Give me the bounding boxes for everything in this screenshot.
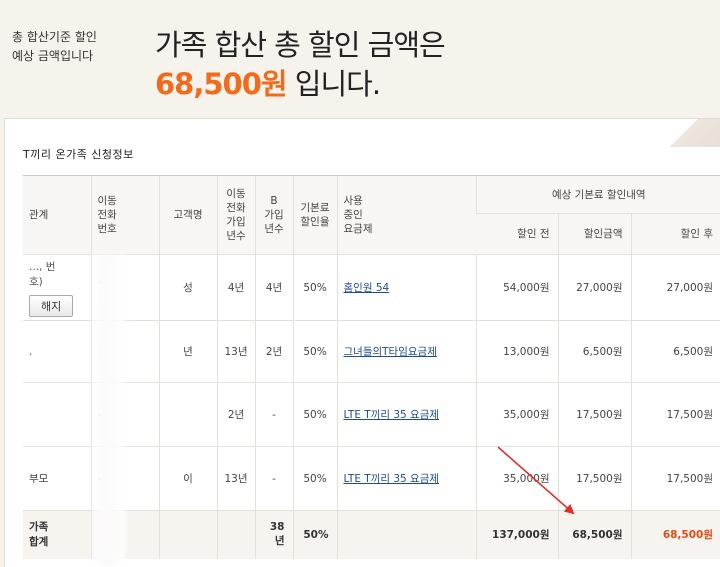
header-relation: 관계 [23, 175, 91, 255]
table-row: . - 년 13년 2년 50% 그녀들의T타임요금제 13,000원 6,50… [23, 320, 720, 383]
headline-line-1: 가족 합산 총 할인 금액은 [155, 28, 446, 62]
relation-text: ..., 번 호) [29, 260, 56, 288]
cell-before: 13,000원 [475, 320, 558, 383]
cell-plan: LTE T끼리 35 요금제 [336, 382, 476, 447]
total-b-years: 38년 [254, 510, 293, 559]
cell-discount: 27,000원 [557, 254, 631, 321]
cell-name: 이 [158, 446, 217, 511]
total-rate: 50% [292, 510, 337, 559]
header-b-years: B 가입 년수 [254, 175, 293, 255]
headline-suffix: 입니다. [286, 67, 381, 101]
cell-rate: 50% [292, 320, 337, 383]
header-discount-amount: 할인금액 [557, 213, 631, 255]
total-after: 68,500원 [630, 510, 720, 559]
total-empty-plan [336, 510, 476, 559]
cell-mobile-years: 4년 [216, 254, 255, 321]
banner-side-note: 총 합산기준 할인 예상 금액입니다 [12, 28, 97, 66]
cell-mobile-years: 2년 [216, 382, 255, 447]
headline-line-2: 68,500원 입니다. [155, 65, 445, 103]
cell-plan: 홈인원 54 [336, 254, 476, 321]
plan-link[interactable]: LTE T끼리 35 요금제 [344, 409, 440, 421]
cell-plan: 그녀들의T타임요금제 [336, 320, 476, 383]
table-row: - 2년 - 50% LTE T끼리 35 요금제 35,000원 17,500… [23, 382, 720, 447]
banner-headline: 가족 합산 총 할인 금액은 68,500원 입니다. [155, 26, 446, 103]
header-current-plan: 사용 중인 요금제 [336, 175, 476, 255]
cell-after: 17,500원 [630, 382, 720, 447]
header-base-discount-rate: 기본료 할인율 [292, 175, 337, 255]
cell-before: 54,000원 [475, 254, 558, 321]
total-label: 가족 합계 [23, 510, 91, 559]
cell-name: 성 [158, 254, 217, 321]
cell-name [158, 382, 217, 447]
cell-name: 년 [158, 320, 217, 383]
header-mobile-number: 이동 전화 번호 [90, 175, 159, 255]
total-empty-mobile-years [216, 510, 255, 559]
cell-rate: 50% [292, 446, 337, 511]
plan-link[interactable]: LTE T끼리 35 요금제 [344, 473, 440, 485]
family-info-table: 관계 이동 전화 번호 고객명 이동 전화 가입 년수 B 가입 년수 기본료 … [23, 175, 720, 559]
cell-relation: ..., 번 호) 해지 [23, 254, 91, 321]
cell-discount: 6,500원 [557, 320, 631, 383]
cell-after: 17,500원 [630, 446, 720, 511]
plan-link[interactable]: 그녀들의T타임요금제 [344, 346, 437, 358]
cell-relation: . [23, 320, 91, 383]
cell-relation [23, 382, 91, 447]
cell-relation: 부모 [23, 446, 91, 511]
header-customer-name: 고객명 [158, 175, 217, 255]
side-note-line-1: 총 합산기준 할인 [12, 30, 97, 44]
total-discount: 68,500원 [557, 510, 631, 559]
header-before-discount: 할인 전 [476, 213, 558, 255]
cell-b-years: - [254, 446, 293, 511]
panel-corner-decoration [648, 119, 720, 147]
table-row: ..., 번 호) 해지 - · : 성 4년 4년 50% 홈인원 54 54… [23, 254, 720, 321]
cell-after: 6,500원 [630, 320, 720, 383]
panel-title: T끼리 온가족 신청정보 [23, 148, 134, 161]
table-row: 부모 - 이 13년 - 50% LTE T끼리 35 요금제 35,000원 … [23, 446, 720, 511]
cell-discount: 17,500원 [557, 382, 631, 447]
cell-plan: LTE T끼리 35 요금제 [336, 446, 476, 511]
redaction-blur [92, 254, 126, 567]
total-before: 137,000원 [475, 510, 558, 559]
cell-after: 27,000원 [630, 254, 720, 321]
cell-before: 35,000원 [475, 382, 558, 447]
cell-b-years: 4년 [254, 254, 293, 321]
summary-banner: 총 합산기준 할인 예상 금액입니다 가족 합산 총 할인 금액은 68,500… [0, 0, 720, 118]
cell-discount: 17,500원 [557, 446, 631, 511]
total-empty-name [158, 510, 217, 559]
cell-before: 35,000원 [475, 446, 558, 511]
plan-link[interactable]: 홈인원 54 [344, 282, 390, 294]
cancel-button[interactable]: 해지 [29, 294, 74, 317]
cell-rate: 50% [292, 382, 337, 447]
cell-rate: 50% [292, 254, 337, 321]
headline-total-discount: 68,500원 [155, 67, 288, 101]
header-mobile-years: 이동 전화 가입 년수 [216, 175, 255, 255]
cell-b-years: - [254, 382, 293, 447]
cell-mobile-years: 13년 [216, 446, 255, 511]
total-row: 가족 합계 38년 50% 137,000원 68,500원 68,500원 [23, 510, 720, 559]
side-note-line-2: 예상 금액입니다 [12, 49, 94, 63]
header-after-discount: 할인 후 [630, 213, 720, 255]
cell-b-years: 2년 [254, 320, 293, 383]
cell-mobile-years: 13년 [216, 320, 255, 383]
header-expected-discount-group: 예상 기본료 할인내역 [475, 175, 720, 214]
